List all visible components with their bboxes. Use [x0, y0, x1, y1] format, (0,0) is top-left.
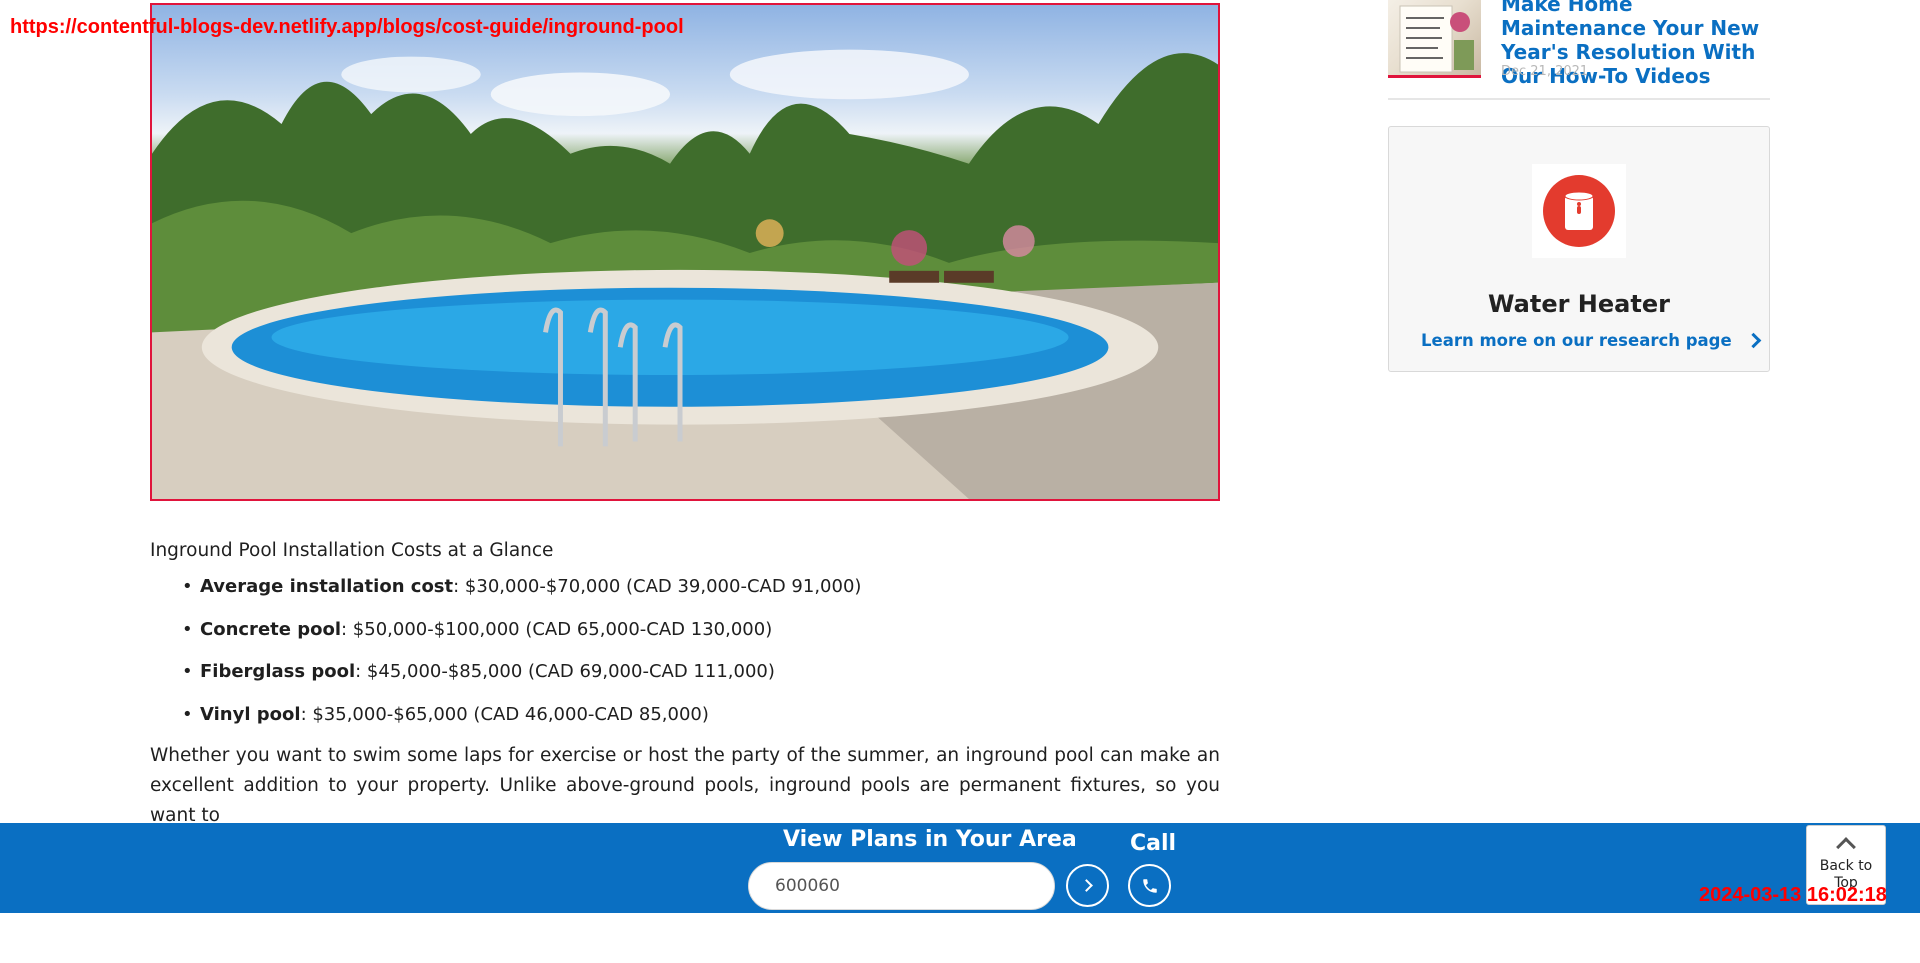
list-item: Concrete pool: $50,000-$100,000 (CAD 65,…: [182, 618, 1220, 642]
list-item: Average installation cost: $30,000-$70,0…: [182, 575, 1220, 599]
hero-image: [150, 3, 1220, 501]
research-card-title: Water Heater: [1488, 290, 1670, 318]
cost-label: Concrete pool: [200, 618, 342, 640]
list-item: Vinyl pool: $35,000-$65,000 (CAD 46,000-…: [182, 703, 1220, 727]
research-page-link[interactable]: Learn more on our research page: [1421, 331, 1761, 350]
chevron-right-icon[interactable]: [1745, 332, 1761, 349]
chevron-up-icon: [1836, 837, 1856, 857]
research-link-label[interactable]: Learn more on our research page: [1421, 331, 1732, 350]
water-heater-icon: [1543, 175, 1615, 247]
recent-post[interactable]: Make Home Maintenance Your New Year's Re…: [1388, 0, 1770, 100]
pool-photo-illustration: [152, 49, 1218, 499]
timestamp-overlay: 2024-03-13 16:02:18: [1699, 884, 1887, 906]
intro-paragraph: Whether you want to swim some laps for e…: [150, 745, 1220, 826]
plans-bar-title: View Plans in Your Area: [783, 827, 1077, 852]
cost-value: : $30,000-$70,000 (CAD 39,000-CAD 91,000…: [453, 576, 862, 597]
article-body: Inground Pool Installation Costs at a Gl…: [150, 540, 1220, 831]
call-label: Call: [1130, 831, 1177, 856]
cost-summary-heading: Inground Pool Installation Costs at a Gl…: [150, 540, 554, 561]
chevron-right-icon: [1079, 879, 1093, 892]
zip-code-input[interactable]: [748, 862, 1055, 910]
cost-label: Vinyl pool: [200, 703, 301, 725]
recent-post-thumbnail[interactable]: [1388, 0, 1481, 78]
search-plans-button[interactable]: [1066, 864, 1109, 907]
cost-label: Fiberglass pool: [200, 661, 356, 682]
cost-value: : $35,000-$65,000 (CAD 46,000-CAD 85,000…: [300, 703, 709, 725]
recent-post-date: Dec 21, 2021: [1501, 64, 1589, 79]
url-overlay: https://contentful-blogs-dev.netlify.app…: [10, 16, 684, 38]
research-card-icon-box: [1532, 164, 1626, 258]
cost-value: : $50,000-$100,000 (CAD 65,000-CAD 130,0…: [341, 618, 773, 640]
note-card-icon: [1399, 5, 1474, 73]
cost-list: Average installation cost: $30,000-$70,0…: [150, 575, 1220, 727]
list-item: Fiberglass pool: $45,000-$85,000 (CAD 69…: [182, 660, 1220, 684]
call-button[interactable]: [1128, 864, 1171, 907]
plans-bar: View Plans in Your Area Call: [0, 823, 1920, 913]
cost-label: Average installation cost: [200, 576, 454, 597]
phone-icon: [1142, 878, 1157, 893]
cost-value: : $45,000-$85,000 (CAD 69,000-CAD 111,00…: [355, 661, 775, 682]
research-card: Water Heater Learn more on our research …: [1388, 126, 1770, 372]
